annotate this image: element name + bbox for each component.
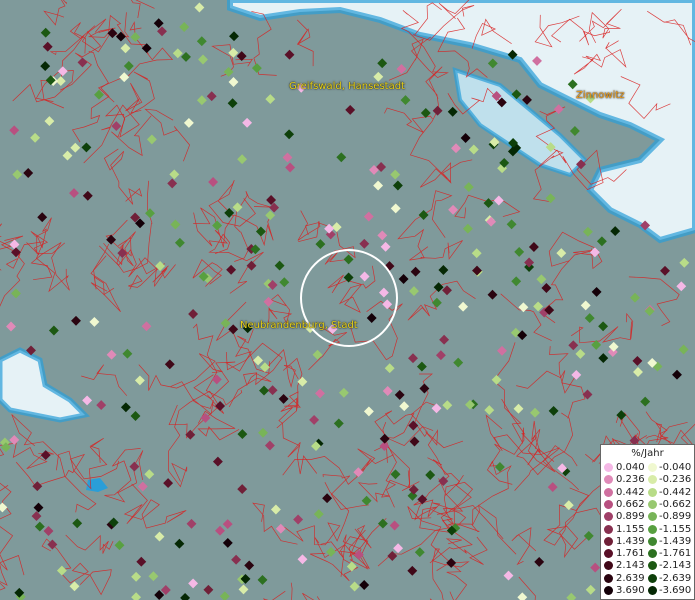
legend-value-positive: 0.040 xyxy=(616,462,645,473)
legend-swatch-negative xyxy=(648,487,657,497)
legend-row: 0.899 -0.899 xyxy=(601,511,695,522)
legend-value-positive: 3.690 xyxy=(616,585,645,596)
legend-row: 0.040 -0.040 xyxy=(601,462,695,473)
legend-swatch-negative xyxy=(648,475,657,485)
legend-swatch-positive xyxy=(604,573,613,583)
legend-row: 2.639 -2.639 xyxy=(601,573,695,584)
legend-swatch-negative xyxy=(648,499,657,509)
legend-swatch-negative xyxy=(648,549,657,559)
legend-value-positive: 1.761 xyxy=(616,548,645,560)
legend-value-positive: 2.143 xyxy=(616,560,645,572)
legend-value-positive: 0.899 xyxy=(616,511,645,523)
place-label-neubrandenburg: Neubrandenburg, Stadt xyxy=(240,320,358,331)
legend-value-negative: -0.040 xyxy=(659,462,692,473)
legend-value-positive: 0.442 xyxy=(616,486,645,498)
legend-value-negative: -0.236 xyxy=(659,474,692,486)
legend-row: 2.143 -2.143 xyxy=(601,560,695,571)
legend-row: 0.442 -0.442 xyxy=(601,487,695,498)
legend-value-negative: -1.439 xyxy=(659,535,692,547)
legend-row: 0.662 -0.662 xyxy=(601,499,695,510)
legend-swatch-negative xyxy=(648,573,657,583)
legend-swatch-negative xyxy=(648,536,657,546)
legend-row: 1.439 -1.439 xyxy=(601,536,695,547)
legend-row: 1.761 -1.761 xyxy=(601,548,695,559)
place-label-zinnowitz: Zinnowitz xyxy=(576,90,625,101)
legend-swatch-positive xyxy=(604,586,613,595)
legend-swatch-negative xyxy=(648,561,657,571)
legend-swatch-positive xyxy=(604,536,613,546)
legend-value-positive: 1.155 xyxy=(616,523,645,535)
legend-value-negative: -2.639 xyxy=(659,572,692,584)
legend-value-positive: 0.236 xyxy=(616,474,645,486)
legend: %/Jahr 0.040 -0.040 0.236 -0.236 0.442 -0.442… xyxy=(600,444,695,600)
legend-swatch-positive xyxy=(604,499,613,509)
legend-swatch-negative xyxy=(648,512,657,522)
legend-swatch-positive xyxy=(604,549,613,559)
legend-title: %/Jahr xyxy=(631,448,664,459)
legend-value-negative: -0.662 xyxy=(659,498,692,510)
legend-value-negative: -1.155 xyxy=(659,523,692,535)
legend-value-negative: -3.690 xyxy=(659,585,692,596)
legend-swatch-positive xyxy=(604,475,613,485)
legend-row: 1.155 -1.155 xyxy=(601,524,695,535)
legend-swatch-negative xyxy=(648,463,657,472)
legend-swatch-positive xyxy=(604,512,613,522)
legend-value-positive: 2.639 xyxy=(616,572,645,584)
legend-value-negative: -1.761 xyxy=(659,548,692,560)
legend-swatch-positive xyxy=(604,487,613,497)
legend-swatch-positive xyxy=(604,524,613,534)
legend-swatch-positive xyxy=(604,463,613,472)
legend-value-negative: -2.143 xyxy=(659,560,692,572)
legend-row: 0.236 -0.236 xyxy=(601,474,695,485)
legend-value-positive: 0.662 xyxy=(616,498,645,510)
legend-value-negative: -0.899 xyxy=(659,511,692,523)
legend-swatch-negative xyxy=(648,524,657,534)
legend-value-negative: -0.442 xyxy=(659,486,692,498)
place-label-greifswald: Greifswald, Hansestadt xyxy=(289,81,405,92)
legend-swatch-negative xyxy=(648,586,657,595)
legend-swatch-positive xyxy=(604,561,613,571)
legend-row: 3.690 -3.690 xyxy=(601,585,695,596)
legend-value-positive: 1.439 xyxy=(616,535,645,547)
